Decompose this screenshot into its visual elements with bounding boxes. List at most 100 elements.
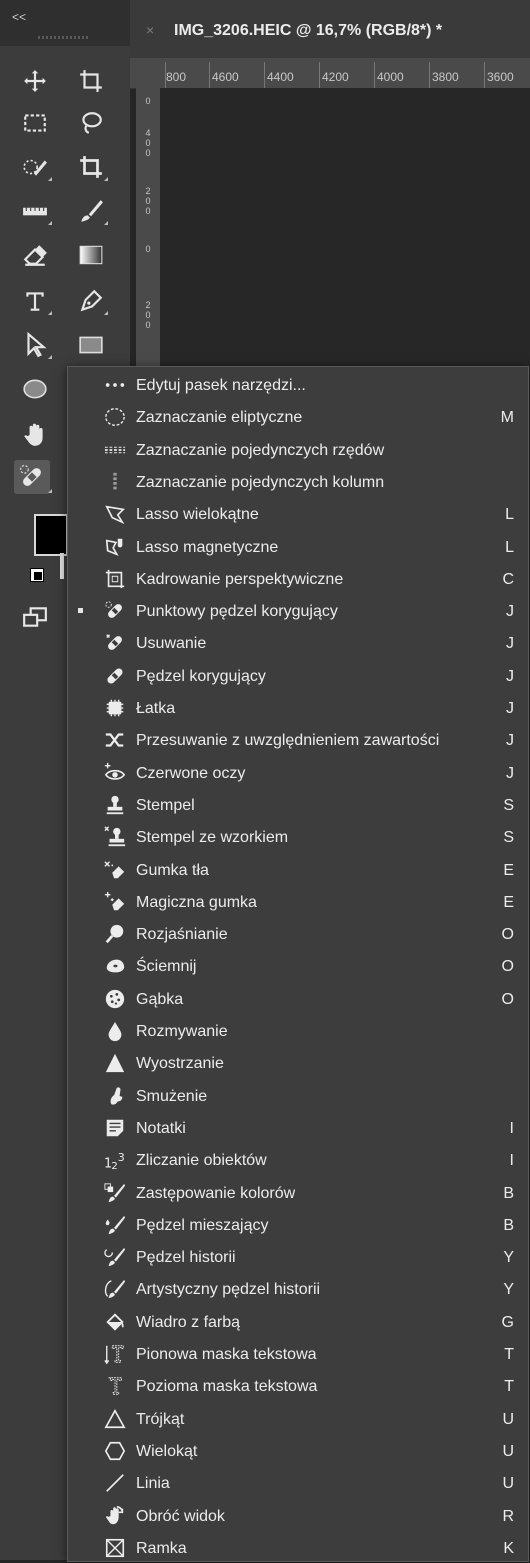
menu-item[interactable]: Gumka tła E [68, 855, 528, 885]
close-tab-button[interactable]: × [146, 22, 154, 38]
menu-item[interactable]: Usuwanie J [68, 628, 528, 658]
rectangular-marquee-tool[interactable] [20, 108, 50, 138]
menu-item[interactable]: Pędzel mieszający B [68, 1210, 528, 1240]
menu-item[interactable]: Linia U [68, 1468, 528, 1498]
menu-item[interactable]: Zaznaczanie pojedynczych kolumn [68, 467, 528, 497]
rectangle-tool[interactable] [76, 330, 106, 360]
menu-item[interactable]: Wiadro z farbą G [68, 1307, 528, 1337]
remove-tool-icon [98, 630, 132, 656]
ruler-label: 400 [145, 128, 151, 158]
ruler-label: 4400 [267, 70, 294, 84]
toolbar-header: << [0, 0, 130, 46]
menu-item-shortcut: Y [503, 1249, 514, 1267]
menu-item[interactable]: Obróć widok R [68, 1501, 528, 1531]
horizontal-ruler[interactable]: 800 4600 4400 4200 4000 3800 3600 [130, 58, 530, 89]
menu-item[interactable]: Pędzel korygujący J [68, 661, 528, 691]
quick-selection-tool[interactable] [20, 152, 52, 182]
menu-item[interactable]: Gąbka O [68, 984, 528, 1014]
hand-tool[interactable] [20, 420, 50, 450]
menu-item[interactable]: Kadrowanie perspektywiczne C [68, 564, 528, 594]
lasso-icon [82, 112, 102, 134]
sharpen-icon [98, 1050, 132, 1076]
menu-item[interactable]: Pozioma maska tekstowa T [68, 1371, 528, 1401]
menu-item[interactable]: Magiczna gumka E [68, 887, 528, 917]
menu-item[interactable]: Artystyczny pędzel historii Y [68, 1274, 528, 1304]
ruler-tool[interactable] [20, 196, 52, 226]
menu-item-label: Przesuwanie z uwzględnieniem zawartości [136, 732, 440, 750]
menu-item[interactable]: Rozjaśnianie O [68, 919, 528, 949]
spot-healing-brush-tool[interactable] [14, 460, 52, 494]
path-selection-tool[interactable] [20, 330, 52, 360]
menu-item[interactable]: Zaznaczanie eliptyczne M [68, 402, 528, 432]
type-tool[interactable] [20, 286, 52, 316]
patch-icon [98, 695, 132, 721]
menu-item[interactable]: Przesuwanie z uwzględnieniem zawartości J [68, 725, 528, 755]
menu-item[interactable]: 1 2 3 Zliczanie obiektów I [68, 1145, 528, 1175]
sponge-icon [98, 986, 132, 1012]
ruler-label: 200 [145, 300, 151, 330]
menu-item-shortcut: I [509, 1152, 514, 1170]
menu-item[interactable]: Notatki I [68, 1113, 528, 1143]
menu-item[interactable]: Wyostrzanie [68, 1048, 528, 1078]
menu-item-label: Rozjaśnianie [136, 926, 228, 944]
lasso-tool[interactable] [76, 108, 106, 138]
menu-item[interactable]: Lasso wielokątne L [68, 499, 528, 529]
foreground-color-swatch[interactable] [34, 514, 68, 556]
menu-item[interactable]: Ramka K [68, 1533, 528, 1563]
menu-item[interactable]: Pionowa maska tekstowa T [68, 1339, 528, 1369]
toolbar-grip[interactable] [38, 36, 88, 39]
menu-item-label: Pędzel mieszający [136, 1216, 269, 1234]
svg-text:2: 2 [111, 1161, 117, 1171]
menu-item[interactable]: Ściemnij O [68, 951, 528, 981]
brush-tool[interactable] [76, 196, 108, 226]
menu-item-label: Zaznaczanie pojedynczych kolumn [136, 473, 385, 491]
single-row-marquee-icon [98, 437, 132, 463]
menu-item-label: Pędzel korygujący [136, 667, 266, 685]
ruler-label: 0 [145, 244, 151, 254]
eraser-tool[interactable] [20, 240, 50, 270]
menu-item-label: Wiadro z farbą [136, 1313, 241, 1331]
background-color-swatch[interactable] [60, 553, 64, 579]
svg-text:3: 3 [118, 1151, 125, 1164]
clone-stamp-icon [98, 792, 132, 818]
menu-item[interactable]: Lasso magnetyczne L [68, 532, 528, 562]
menu-item-shortcut: J [506, 700, 514, 717]
gradient-tool[interactable] [76, 240, 106, 270]
menu-item[interactable]: Zastępowanie kolorów B [68, 1178, 528, 1208]
menu-item[interactable]: Stempel ze wzorkiem S [68, 822, 528, 852]
document-tab-title[interactable]: IMG_3206.HEIC @ 16,7% (RGB/8*) * [174, 22, 442, 40]
collapse-toolbar-button[interactable]: << [12, 10, 26, 24]
menu-item[interactable]: Stempel S [68, 790, 528, 820]
ruler-label: 0 [145, 96, 151, 106]
change-screen-mode[interactable] [20, 602, 50, 632]
menu-item[interactable]: Smużenie [68, 1081, 528, 1111]
arrow-icon [27, 332, 47, 358]
menu-item-label: Artystyczny pędzel historii [136, 1281, 321, 1299]
default-colors-inner [34, 572, 42, 580]
menu-item-label: Stempel [136, 796, 195, 814]
menu-item[interactable]: Punktowy pędzel korygujący J [68, 596, 528, 626]
perspective-crop-icon [98, 566, 132, 592]
menu-item-label: Ściemnij [136, 958, 197, 976]
move-tool[interactable] [20, 66, 50, 96]
menu-item[interactable]: Zaznaczanie pojedynczych rzędów [68, 435, 528, 465]
menu-item[interactable]: Rozmywanie [68, 1016, 528, 1046]
background-eraser-icon [98, 857, 132, 883]
menu-item[interactable]: Pędzel historii Y [68, 1242, 528, 1272]
vertical-type-mask-icon [98, 1341, 132, 1367]
menu-item-label: Zastępowanie kolorów [136, 1184, 296, 1202]
menu-item[interactable]: Łatka J [68, 693, 528, 723]
pen-tool[interactable] [76, 286, 108, 316]
menu-item-label: Smużenie [136, 1087, 208, 1105]
menu-item[interactable]: Czerwone oczy J [68, 758, 528, 788]
crop-tool[interactable] [76, 152, 108, 182]
artboard-tool[interactable] [76, 66, 106, 96]
menu-item[interactable]: Trójkąt U [68, 1404, 528, 1434]
healing-brush-icon [98, 663, 132, 689]
menu-item[interactable]: Edytuj pasek narzędzi... [68, 370, 528, 400]
menu-item-label: Notatki [136, 1119, 186, 1137]
ellipse-tool[interactable] [20, 374, 50, 404]
color-replacement-icon [98, 1180, 132, 1206]
menu-item-shortcut: J [506, 732, 514, 750]
menu-item[interactable]: Wielokąt U [68, 1436, 528, 1466]
